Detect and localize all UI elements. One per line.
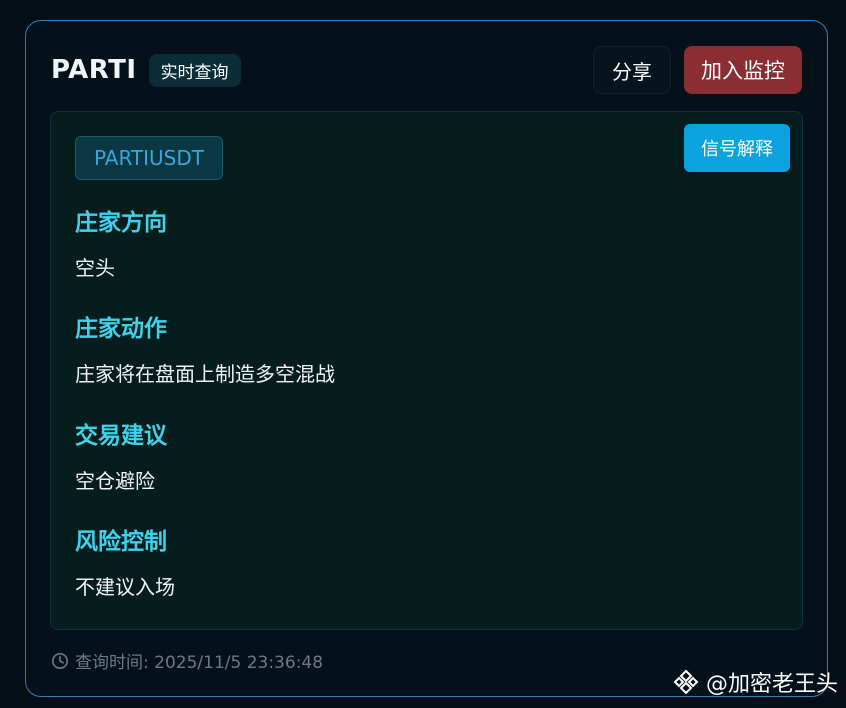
author-watermark: @加密老王头 bbox=[672, 666, 838, 698]
signal-panel: PARTIUSDT 信号解释 庄家方向 空头 庄家动作 庄家将在盘面上制造多空混… bbox=[50, 111, 803, 630]
section-title: 交易建议 bbox=[75, 423, 167, 449]
clock-icon bbox=[51, 652, 69, 669]
section-value: 不建议入场 bbox=[75, 575, 175, 599]
query-result-card: PARTI 实时查询 分享 加入监控 PARTIUSDT 信号解释 庄家方向 空… bbox=[25, 20, 828, 697]
section-value: 空头 bbox=[75, 256, 115, 280]
section-risk-control: 风险控制 不建议入场 bbox=[75, 527, 175, 601]
live-query-badge: 实时查询 bbox=[148, 53, 241, 87]
query-time-footer: 查询时间: 2025/11/5 23:36:48 bbox=[51, 648, 323, 673]
binance-logo-icon bbox=[673, 669, 699, 695]
section-title: 庄家方向 bbox=[75, 210, 167, 236]
share-button[interactable]: 分享 bbox=[593, 46, 671, 94]
coin-title: PARTI bbox=[51, 55, 137, 85]
section-banker-direction: 庄家方向 空头 bbox=[75, 208, 167, 282]
card-header: PARTI 实时查询 分享 加入监控 bbox=[51, 46, 802, 94]
section-value: 空仓避险 bbox=[75, 469, 155, 493]
section-title: 庄家动作 bbox=[75, 316, 167, 342]
section-value: 庄家将在盘面上制造多空混战 bbox=[75, 362, 335, 386]
query-time-text: 查询时间: 2025/11/5 23:36:48 bbox=[75, 653, 324, 673]
section-trade-advice: 交易建议 空仓避险 bbox=[75, 421, 167, 495]
signal-explain-button[interactable]: 信号解释 bbox=[684, 124, 790, 172]
section-title: 风险控制 bbox=[75, 529, 167, 555]
add-monitor-button[interactable]: 加入监控 bbox=[684, 46, 802, 94]
watermark-text: @加密老王头 bbox=[705, 672, 838, 697]
trading-pair-badge: PARTIUSDT bbox=[75, 136, 223, 180]
section-banker-action: 庄家动作 庄家将在盘面上制造多空混战 bbox=[75, 314, 335, 388]
